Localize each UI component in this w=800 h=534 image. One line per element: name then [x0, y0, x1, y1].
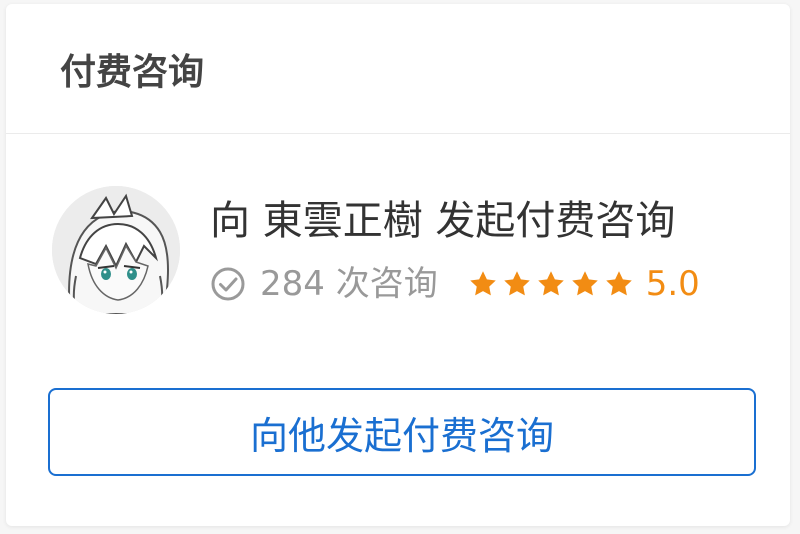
star-icon — [469, 271, 496, 296]
star-icon — [537, 271, 564, 296]
star-icon — [571, 271, 598, 296]
consultant-profile: 向 東雲正樹 发起付费咨询 284 次咨询 5.0 — [52, 186, 700, 314]
consultation-headline[interactable]: 向 東雲正樹 发起付费咨询 — [210, 196, 700, 246]
start-paid-consultation-button[interactable]: 向他发起付费咨询 — [48, 388, 756, 476]
star-icon — [503, 271, 530, 296]
consultant-info: 向 東雲正樹 发起付费咨询 284 次咨询 5.0 — [210, 196, 700, 304]
rating-value: 5.0 — [645, 264, 700, 304]
consult-count: 284 次咨询 — [260, 264, 438, 304]
card-title: 付费咨询 — [60, 51, 205, 93]
consultation-meta: 284 次咨询 5.0 — [210, 264, 700, 304]
avatar[interactable] — [52, 186, 180, 314]
avatar-illustration — [52, 186, 180, 314]
star-rating: 5.0 — [468, 264, 700, 304]
paid-consultation-card: 付费咨询 向 東雲正樹 发起付费咨询 284 次咨询 5.0 向他发起付费咨询 — [6, 4, 790, 526]
star-icon — [605, 271, 632, 296]
card-header: 付费咨询 — [6, 4, 790, 134]
check-circle-icon — [211, 267, 245, 301]
